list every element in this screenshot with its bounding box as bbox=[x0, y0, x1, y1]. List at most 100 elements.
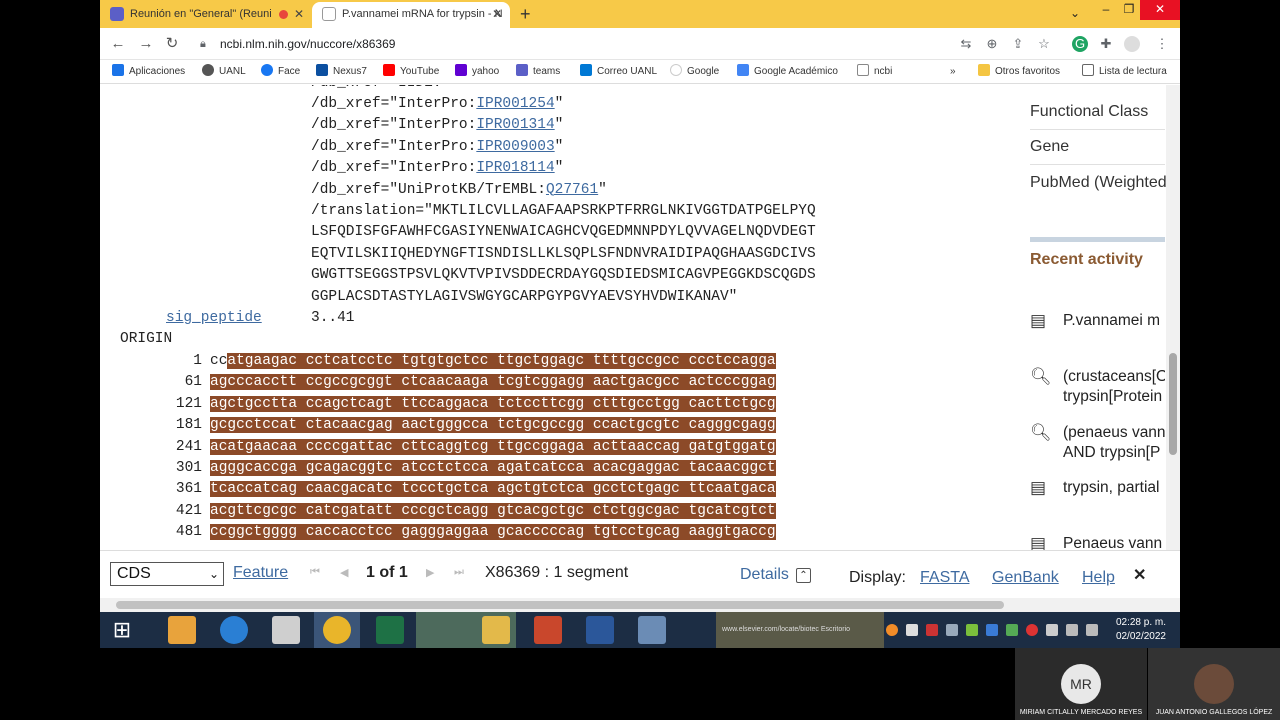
taskbar-chrome-active[interactable] bbox=[314, 612, 360, 648]
system-clock[interactable]: 02:28 p. m. 02/02/2022 bbox=[1116, 616, 1166, 644]
last-page-icon[interactable]: ⏭ bbox=[454, 566, 464, 579]
grammarly-icon[interactable]: G bbox=[1072, 36, 1088, 52]
bookmark-google[interactable]: Google bbox=[670, 64, 719, 80]
sequence-text: acgttcgcgc catcgatatt cccgctcagg gtcacgc… bbox=[210, 501, 776, 522]
recent-activity-item[interactable]: 🔍︎ (penaeus vann AND trypsin[P bbox=[1030, 423, 1165, 465]
media-player-icon[interactable] bbox=[168, 616, 196, 644]
tray-icon[interactable] bbox=[926, 624, 938, 636]
participant-tile[interactable]: JUAN ANTONIO GALLEGOS LÓPEZ bbox=[1148, 648, 1280, 720]
address-bar[interactable]: 🔒︎ ncbi.nlm.nih.gov/nuccore/x86369 bbox=[196, 32, 1016, 56]
excel-icon[interactable] bbox=[376, 616, 404, 644]
horizontal-scrollbar[interactable] bbox=[100, 598, 1180, 612]
profile-icon[interactable] bbox=[1124, 36, 1140, 52]
close-tab-icon[interactable]: ✕ bbox=[492, 2, 502, 26]
new-tab-button[interactable]: + bbox=[520, 2, 531, 26]
teams-icon bbox=[110, 7, 124, 22]
tab-search-icon[interactable]: ⌄ bbox=[1060, 4, 1090, 24]
word-icon[interactable] bbox=[586, 616, 614, 644]
vertical-scrollbar[interactable] bbox=[1166, 85, 1180, 550]
battery-icon[interactable] bbox=[1066, 624, 1078, 636]
bookmark-face[interactable]: Face bbox=[261, 64, 300, 80]
forward-button[interactable]: → bbox=[136, 34, 156, 54]
file-explorer-icon[interactable] bbox=[482, 616, 510, 644]
tray-icon[interactable] bbox=[906, 624, 918, 636]
recent-activity-item[interactable]: 🔍︎ (crustaceans[O trypsin[Protein bbox=[1030, 367, 1165, 409]
bookmark-star-icon[interactable]: ☆ bbox=[1036, 36, 1052, 52]
tab-ncbi[interactable]: P.vannamei mRNA for trypsin - N ✕ bbox=[312, 2, 510, 28]
fasta-link[interactable]: FASTA bbox=[920, 569, 970, 587]
interpro-link[interactable]: IPR009003 bbox=[476, 139, 554, 155]
restore-button[interactable]: ❐ bbox=[1118, 0, 1140, 20]
reading-list[interactable]: Lista de lectura bbox=[1082, 64, 1167, 80]
bookmark-youtube[interactable]: YouTube bbox=[383, 64, 439, 80]
tray-icon[interactable] bbox=[1026, 624, 1038, 636]
close-tab-icon[interactable]: ✕ bbox=[294, 2, 304, 26]
sig-peptide-link[interactable]: sig_peptide bbox=[166, 308, 262, 329]
minimize-button[interactable]: – bbox=[1096, 0, 1116, 20]
uniprot-link[interactable]: Q27761 bbox=[546, 182, 598, 198]
bookmark-apps[interactable]: Aplicaciones bbox=[112, 64, 185, 80]
page-indicator: 1 of 1 bbox=[366, 564, 408, 581]
bookmark-nexus7[interactable]: Nexus7 bbox=[316, 64, 367, 80]
first-page-icon[interactable]: ⏮ bbox=[310, 566, 320, 579]
sidebar-link-pubmed-weighted[interactable]: PubMed (Weighted bbox=[1030, 174, 1167, 192]
help-link[interactable]: Help bbox=[1082, 569, 1115, 587]
volume-icon[interactable] bbox=[1086, 624, 1098, 636]
bookmark-uanl[interactable]: UANL bbox=[202, 64, 246, 80]
scrollbar-thumb[interactable] bbox=[1169, 353, 1177, 455]
share-icon[interactable]: ⇪ bbox=[1010, 36, 1026, 52]
app-icon[interactable] bbox=[272, 616, 300, 644]
interpro-link[interactable]: IPR001314 bbox=[476, 117, 554, 133]
prev-page-icon[interactable]: ◀ bbox=[340, 566, 348, 579]
recent-activity-item[interactable]: ▤ P.vannamei m bbox=[1030, 311, 1165, 353]
feature-link[interactable]: Feature bbox=[233, 564, 288, 582]
bookmark-google-academico[interactable]: Google Académico bbox=[737, 64, 838, 80]
taskbar-desktop-preview[interactable]: www.elsevier.com/locate/biotec Escritori… bbox=[716, 612, 884, 648]
tray-icon[interactable] bbox=[886, 624, 898, 636]
chevron-up-icon[interactable]: ⌃ bbox=[796, 568, 811, 583]
app-icon[interactable] bbox=[638, 616, 666, 644]
details-link[interactable]: Details bbox=[740, 566, 789, 584]
recent-activity-item[interactable]: ▤ Penaeus vann bbox=[1030, 534, 1165, 550]
highlighted-bases: acgttcgcgc catcgatatt cccgctcagg gtcacgc… bbox=[210, 502, 776, 519]
translate-icon[interactable]: ⇆ bbox=[958, 36, 974, 52]
bookmark-ncbi[interactable]: ncbi bbox=[857, 64, 892, 80]
sidebar-link-gene[interactable]: Gene bbox=[1030, 138, 1069, 156]
reload-button[interactable]: ↻ bbox=[162, 34, 182, 54]
back-button[interactable]: ← bbox=[108, 34, 128, 54]
menu-icon[interactable]: ⋮ bbox=[1154, 36, 1170, 52]
tray-icon[interactable] bbox=[1006, 624, 1018, 636]
bookmark-yahoo[interactable]: yahoo bbox=[455, 64, 499, 80]
tray-icon[interactable] bbox=[966, 624, 978, 636]
other-bookmarks[interactable]: Otros favoritos bbox=[978, 64, 1060, 80]
bookmark-correo-uanl[interactable]: Correo UANL bbox=[580, 64, 657, 80]
network-icon[interactable] bbox=[1046, 624, 1058, 636]
interpro-link[interactable]: IPR018114 bbox=[476, 160, 554, 176]
sequence-position: 421 bbox=[175, 502, 202, 519]
facebook-icon bbox=[261, 64, 273, 77]
close-icon[interactable]: ✕ bbox=[1133, 565, 1146, 585]
zoom-icon[interactable]: ⊕ bbox=[984, 36, 1000, 52]
bookmarks-overflow-icon[interactable]: » bbox=[950, 64, 956, 80]
close-window-button[interactable]: ✕ bbox=[1140, 0, 1180, 20]
avatar: MR bbox=[1061, 664, 1101, 704]
internet-explorer-icon[interactable] bbox=[220, 616, 248, 644]
interpro-link[interactable]: IPR001254 bbox=[476, 96, 554, 112]
participant-tile[interactable]: MR MIRIAM CITLALLY MERCADO REYES bbox=[1015, 648, 1147, 720]
sidebar-link-functional-class[interactable]: Functional Class bbox=[1030, 103, 1148, 121]
xref-line: /db_xref="UniProtKB/TrEMBL:Q27761" bbox=[311, 181, 607, 198]
scrollbar-thumb[interactable] bbox=[116, 601, 1004, 609]
divider bbox=[1030, 164, 1165, 165]
feature-type-select[interactable]: CDS ⌄ bbox=[110, 562, 224, 586]
genbank-link[interactable]: GenBank bbox=[992, 569, 1059, 587]
powerpoint-icon[interactable] bbox=[534, 616, 562, 644]
bookmark-teams[interactable]: teams bbox=[516, 64, 560, 80]
recent-activity-item[interactable]: ▤ trypsin, partial bbox=[1030, 478, 1165, 520]
next-page-icon[interactable]: ▶ bbox=[426, 566, 434, 579]
tray-icon[interactable] bbox=[946, 624, 958, 636]
extensions-icon[interactable]: ✚ bbox=[1098, 36, 1114, 52]
tab-title: P.vannamei mRNA for trypsin - N bbox=[342, 8, 503, 20]
windows-start-icon[interactable]: ⊞ bbox=[108, 616, 136, 644]
bluetooth-icon[interactable] bbox=[986, 624, 998, 636]
tab-teams-meeting[interactable]: Reunión en "General" (Reuni ✕ bbox=[100, 2, 312, 28]
